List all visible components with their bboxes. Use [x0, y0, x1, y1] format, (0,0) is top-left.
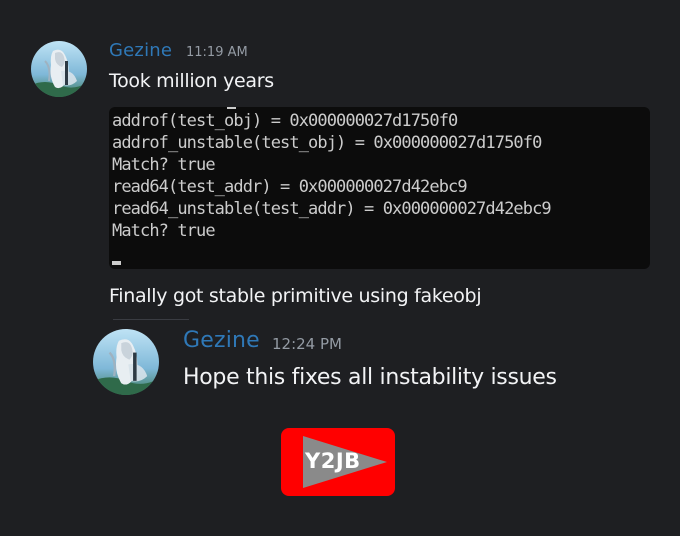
avatar[interactable]	[93, 329, 159, 395]
y2jb-badge[interactable]: Y2JB	[281, 428, 395, 496]
username[interactable]: Gezine	[183, 328, 260, 353]
timestamp[interactable]: 12:24 PM	[272, 335, 342, 353]
message-text: Hope this fixes all instability issues	[183, 365, 557, 390]
terminal-line: addrof(test_obj) = 0x000000027d1750f0	[112, 111, 458, 131]
terminal-top-cursor	[227, 107, 236, 109]
terminal-cursor	[112, 261, 121, 265]
username[interactable]: Gezine	[109, 40, 172, 61]
timestamp[interactable]: 11:19 AM	[186, 45, 248, 60]
terminal-screenshot[interactable]: addrof(test_obj) = 0x000000027d1750f0 ad…	[109, 107, 650, 269]
message-text: Finally got stable primitive using fakeo…	[109, 285, 482, 307]
terminal-line: addrof_unstable(test_obj) = 0x000000027d…	[112, 133, 542, 153]
message-text: Took million years	[109, 70, 274, 92]
divider	[113, 319, 189, 320]
badge-label: Y2JB	[305, 449, 361, 473]
avatar[interactable]	[31, 41, 87, 97]
terminal-line: read64_unstable(test_addr) = 0x000000027…	[112, 199, 552, 219]
terminal-line: read64(test_addr) = 0x000000027d42ebc9	[112, 177, 468, 197]
terminal-line: Match? true	[112, 155, 216, 175]
terminal-line: Match? true	[112, 221, 216, 241]
